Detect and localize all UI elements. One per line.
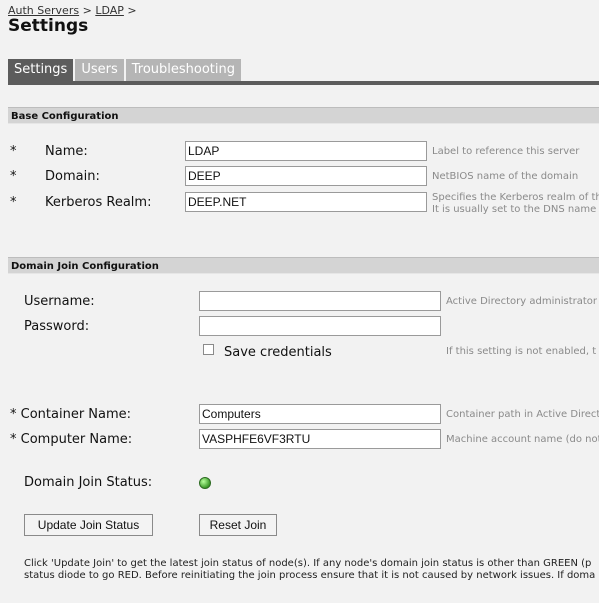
username-input[interactable]	[199, 291, 441, 311]
page-title: Settings	[8, 16, 89, 36]
tab-bar: Settings Users Troubleshooting	[8, 59, 243, 81]
kerberos-realm-help-line2: It is usually set to the DNS name	[432, 204, 597, 215]
tab-bar-underline	[8, 81, 599, 85]
domain-join-status-label: Domain Join Status:	[24, 475, 153, 490]
domain-input[interactable]	[185, 166, 427, 186]
join-note-line2: status diode to go RED. Before reinitiat…	[24, 570, 596, 581]
breadcrumb-separator: >	[127, 4, 137, 17]
name-label: Name:	[45, 144, 88, 159]
username-help: Active Directory administrator	[446, 296, 598, 307]
container-name-input[interactable]	[199, 404, 441, 424]
tab-settings[interactable]: Settings	[8, 59, 74, 81]
required-marker: *	[10, 169, 17, 184]
container-name-help: Container path in Active Direct	[446, 409, 599, 420]
domain-label: Domain:	[45, 169, 100, 184]
join-note-line1: Click 'Update Join' to get the latest jo…	[24, 558, 592, 569]
required-marker: *	[10, 144, 17, 159]
name-help: Label to reference this server	[432, 146, 580, 157]
username-label: Username:	[24, 294, 95, 309]
base-configuration-header: Base Configuration	[8, 107, 599, 124]
password-label: Password:	[24, 319, 90, 334]
kerberos-realm-help-line1: Specifies the Kerberos realm of th	[432, 192, 599, 203]
save-credentials-label: Save credentials	[224, 345, 332, 360]
save-credentials-checkbox[interactable]	[203, 344, 214, 355]
kerberos-realm-input[interactable]	[185, 192, 427, 212]
computer-name-label: * Computer Name:	[10, 432, 133, 447]
reset-join-button[interactable]: Reset Join	[199, 514, 277, 536]
save-credentials-help: If this setting is not enabled, t	[446, 346, 597, 357]
name-input[interactable]	[185, 141, 427, 161]
domain-join-configuration-header: Domain Join Configuration	[8, 257, 599, 274]
container-name-label: * Container Name:	[10, 407, 132, 422]
kerberos-realm-label: Kerberos Realm:	[45, 195, 152, 210]
domain-help: NetBIOS name of the domain	[432, 171, 579, 182]
required-marker: *	[10, 195, 17, 210]
breadcrumb-ldap[interactable]: LDAP	[95, 4, 124, 17]
tab-troubleshooting[interactable]: Troubleshooting	[125, 59, 241, 81]
status-indicator-icon	[199, 477, 211, 489]
computer-name-help: Machine account name (do not	[446, 434, 599, 445]
password-input[interactable]	[199, 316, 441, 336]
update-join-status-button[interactable]: Update Join Status	[24, 514, 153, 536]
tab-users[interactable]: Users	[75, 59, 124, 81]
computer-name-input[interactable]	[199, 429, 441, 449]
